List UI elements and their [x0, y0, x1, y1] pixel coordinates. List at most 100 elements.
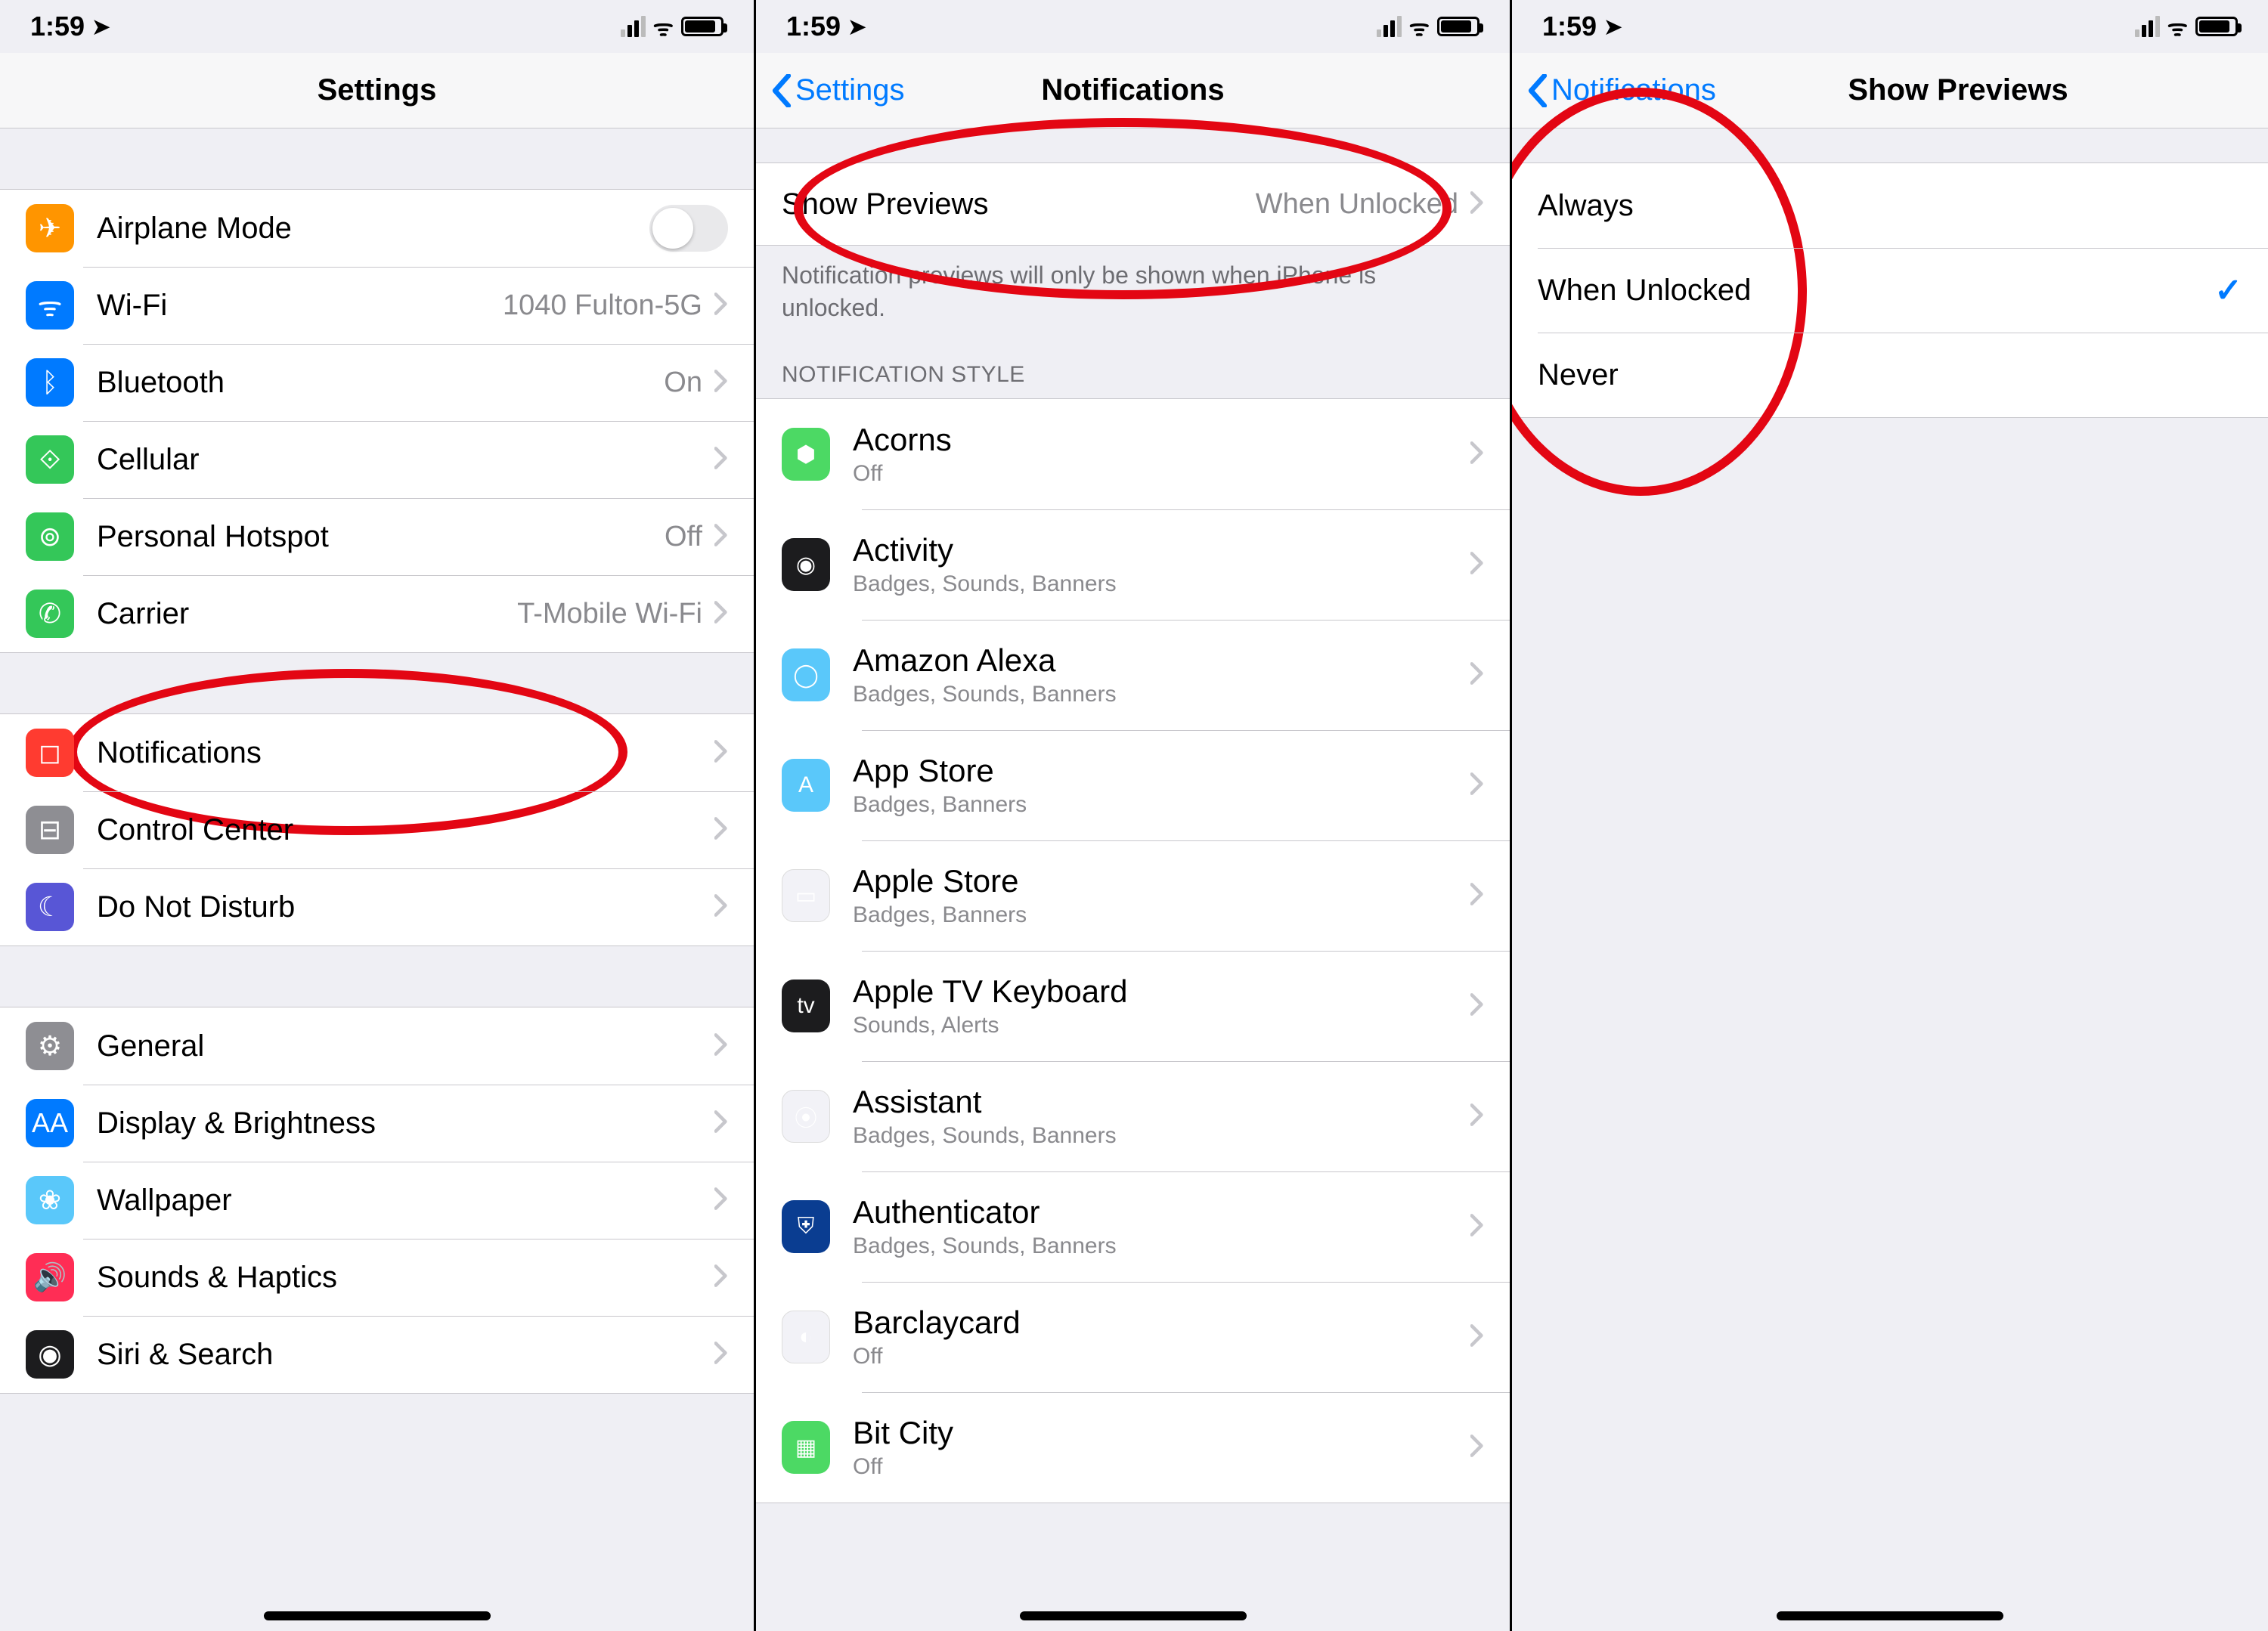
- battery-icon: [2195, 17, 2238, 36]
- option-always[interactable]: Always: [1512, 163, 2268, 248]
- app-sub: Badges, Banners: [853, 792, 1470, 818]
- settings-row-sounds-haptics[interactable]: 🔊Sounds & Haptics: [0, 1239, 754, 1316]
- chevron-right-icon: [1470, 883, 1484, 909]
- back-button[interactable]: Settings: [771, 53, 905, 128]
- row-label: Airplane Mode: [97, 212, 649, 246]
- app-icon: ◯: [782, 648, 830, 701]
- app-name: Apple TV Keyboard: [853, 973, 1470, 1010]
- settings-row-siri-search[interactable]: ◉Siri & Search: [0, 1316, 754, 1393]
- app-sub: Badges, Sounds, Banners: [853, 1123, 1470, 1149]
- row-show-previews[interactable]: Show Previews When Unlocked: [756, 163, 1510, 245]
- app-row-amazon-alexa[interactable]: ◯Amazon AlexaBadges, Sounds, Banners: [756, 620, 1510, 730]
- option-label: Never: [1538, 358, 2242, 392]
- chevron-right-icon: [1470, 662, 1484, 689]
- app-name: Bit City: [853, 1415, 1470, 1451]
- settings-row-airplane-mode[interactable]: ✈Airplane Mode: [0, 190, 754, 267]
- chevron-right-icon: [714, 447, 728, 473]
- navbar: Notifications Show Previews: [1512, 53, 2268, 128]
- app-icon: ◐: [782, 1311, 830, 1363]
- screen-notifications: 1:59 ➤ ᯤ Settings Notifications Show Pre…: [756, 0, 1512, 1631]
- chevron-right-icon: [714, 1187, 728, 1214]
- settings-row-do-not-disturb[interactable]: ☾Do Not Disturb: [0, 868, 754, 945]
- option-when-unlocked[interactable]: When Unlocked✓: [1512, 248, 2268, 333]
- app-row-app-store[interactable]: AApp StoreBadges, Banners: [756, 730, 1510, 840]
- app-icon: ▭: [782, 869, 830, 922]
- app-row-assistant[interactable]: ⦿AssistantBadges, Sounds, Banners: [756, 1061, 1510, 1171]
- row-label: Bluetooth: [97, 366, 664, 400]
- app-sub: Off: [853, 461, 1470, 487]
- dnd-icon: ☾: [26, 883, 74, 931]
- option-never[interactable]: Never: [1512, 333, 2268, 417]
- home-indicator[interactable]: [264, 1611, 491, 1620]
- general-icon: ⚙: [26, 1022, 74, 1070]
- back-label: Notifications: [1551, 73, 1716, 107]
- page-title: Notifications: [1041, 73, 1224, 107]
- chevron-right-icon: [1470, 1103, 1484, 1130]
- status-time: 1:59: [1542, 11, 1597, 42]
- settings-row-carrier[interactable]: ✆CarrierT-Mobile Wi-Fi: [0, 575, 754, 652]
- chevron-right-icon: [714, 1264, 728, 1291]
- app-name: Amazon Alexa: [853, 642, 1470, 679]
- chevron-right-icon: [714, 292, 728, 319]
- chevron-right-icon: [714, 524, 728, 550]
- app-name: Acorns: [853, 422, 1470, 458]
- settings-row-wallpaper[interactable]: ❀Wallpaper: [0, 1162, 754, 1239]
- home-indicator[interactable]: [1020, 1611, 1247, 1620]
- settings-row-personal-hotspot[interactable]: ⊚Personal HotspotOff: [0, 498, 754, 575]
- option-label: Always: [1538, 189, 2242, 223]
- settings-row-cellular[interactable]: ⟐ Cellular: [0, 421, 754, 498]
- app-icon: ⬢: [782, 428, 830, 481]
- chevron-right-icon: [1470, 441, 1484, 468]
- row-label: General: [97, 1029, 714, 1063]
- settings-row-wi-fi[interactable]: ᯤWi-Fi1040 Fulton-5G: [0, 267, 754, 344]
- cellular-icon: ⟐: [26, 435, 74, 484]
- page-title: Settings: [318, 73, 437, 107]
- navbar: Settings Notifications: [756, 53, 1510, 128]
- app-row-authenticator[interactable]: ⛨AuthenticatorBadges, Sounds, Banners: [756, 1171, 1510, 1282]
- app-sub: Off: [853, 1454, 1470, 1480]
- app-row-apple-tv-keyboard[interactable]: tvApple TV KeyboardSounds, Alerts: [756, 951, 1510, 1061]
- signal-icon: [2135, 16, 2160, 37]
- row-label: Display & Brightness: [97, 1106, 714, 1140]
- app-row-bit-city[interactable]: ▦ Bit City Off: [756, 1392, 1510, 1503]
- app-row-apple-store[interactable]: ▭Apple StoreBadges, Banners: [756, 840, 1510, 951]
- screen-settings: 1:59 ➤ ᯤ Settings ✈Airplane ModeᯤWi-Fi10…: [0, 0, 756, 1631]
- control-center-icon: ⊟: [26, 806, 74, 854]
- chevron-right-icon: [714, 894, 728, 921]
- screen-show-previews: 1:59 ➤ ᯤ Notifications Show Previews Alw…: [1512, 0, 2268, 1631]
- app-sub: Sounds, Alerts: [853, 1013, 1470, 1038]
- notification-apps-list: ⬢ Acorns Off ◉ActivityBadges, Sounds, Banne…: [756, 398, 1510, 1503]
- signal-icon: [621, 16, 646, 37]
- app-row-acorns[interactable]: ⬢ Acorns Off: [756, 399, 1510, 509]
- section-header: NOTIFICATION STYLE: [756, 324, 1510, 398]
- bluetooth-icon: ᛒ: [26, 358, 74, 407]
- row-value: Off: [665, 521, 702, 553]
- chevron-left-icon: [771, 74, 792, 107]
- app-row-barclaycard[interactable]: ◐BarclaycardOff: [756, 1282, 1510, 1392]
- home-indicator[interactable]: [1777, 1611, 2003, 1620]
- back-label: Settings: [795, 73, 905, 107]
- row-label: Notifications: [97, 736, 714, 770]
- settings-row-display-brightness[interactable]: AADisplay & Brightness: [0, 1085, 754, 1162]
- settings-row-control-center[interactable]: ⊟Control Center: [0, 791, 754, 868]
- app-name: Barclaycard: [853, 1304, 1470, 1341]
- chevron-right-icon: [1470, 993, 1484, 1020]
- toggle[interactable]: [649, 205, 728, 252]
- settings-row-general[interactable]: ⚙ General: [0, 1007, 754, 1085]
- status-bar: 1:59 ➤ ᯤ: [756, 0, 1510, 53]
- chevron-right-icon: [1470, 1324, 1484, 1351]
- app-row-activity[interactable]: ◉ActivityBadges, Sounds, Banners: [756, 509, 1510, 620]
- chevron-right-icon: [714, 370, 728, 396]
- settings-row-bluetooth[interactable]: ᛒBluetoothOn: [0, 344, 754, 421]
- app-icon: ▦: [782, 1421, 830, 1474]
- settings-group-2: ◻Notifications⊟Control Center☾Do Not Dis…: [0, 713, 754, 946]
- status-bar: 1:59 ➤ ᯤ: [0, 0, 754, 53]
- app-name: Activity: [853, 532, 1470, 568]
- wallpaper-icon: ❀: [26, 1176, 74, 1224]
- settings-row-notifications[interactable]: ◻Notifications: [0, 714, 754, 791]
- back-button[interactable]: Notifications: [1527, 53, 1716, 128]
- chevron-right-icon: [714, 1342, 728, 1368]
- location-arrow-icon: ➤: [92, 14, 110, 39]
- row-label: Cellular: [97, 443, 714, 477]
- wifi-status-icon: ᯤ: [1409, 11, 1430, 42]
